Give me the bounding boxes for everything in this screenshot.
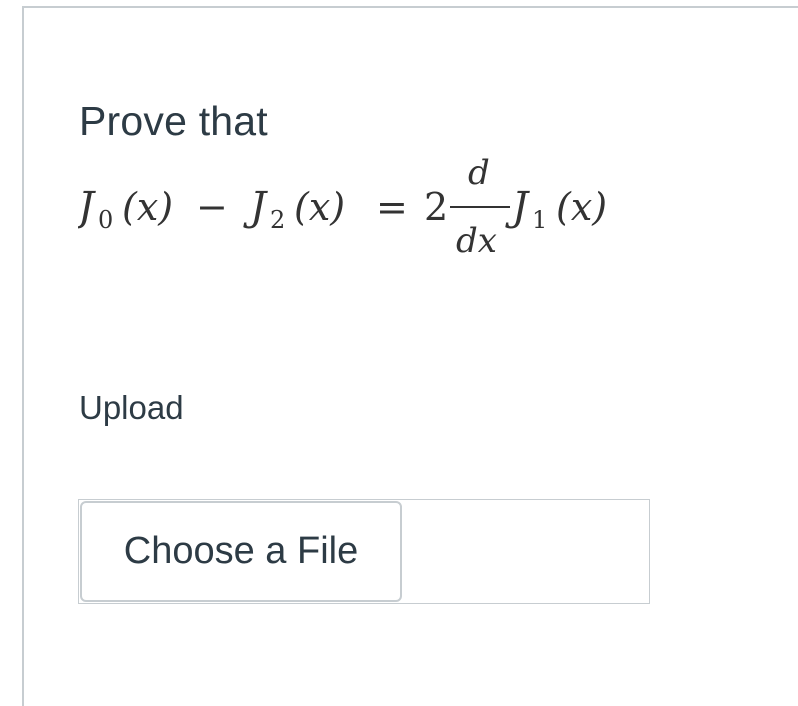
eq-frac-den: dx	[456, 221, 497, 261]
eq-equals: =	[376, 185, 408, 229]
eq-minus: −	[196, 185, 228, 229]
equation-svg: J 0 (x) − J 2 (x) = 2 d dx J 1 (x)	[71, 153, 607, 261]
eq-coef: 2	[424, 185, 448, 229]
file-upload-field[interactable]: Choose a File	[78, 499, 650, 604]
question-prompt: Prove that	[79, 98, 268, 144]
eq-j1-sub: 1	[532, 206, 547, 234]
eq-j0: J	[78, 184, 96, 230]
eq-j0-sub: 0	[98, 206, 113, 234]
eq-arg-1: (x)	[122, 185, 173, 229]
eq-j2-sub: 2	[270, 206, 285, 234]
eq-frac-num: d	[468, 158, 490, 193]
eq-j2: J	[243, 184, 268, 230]
equation: J 0 (x) − J 2 (x) = 2 d dx J 1 (x)	[71, 153, 678, 268]
upload-label: Upload	[79, 389, 184, 426]
choose-file-button[interactable]: Choose a File	[80, 501, 402, 602]
eq-arg-3: (x)	[556, 185, 607, 229]
eq-arg-2: (x)	[294, 185, 345, 229]
